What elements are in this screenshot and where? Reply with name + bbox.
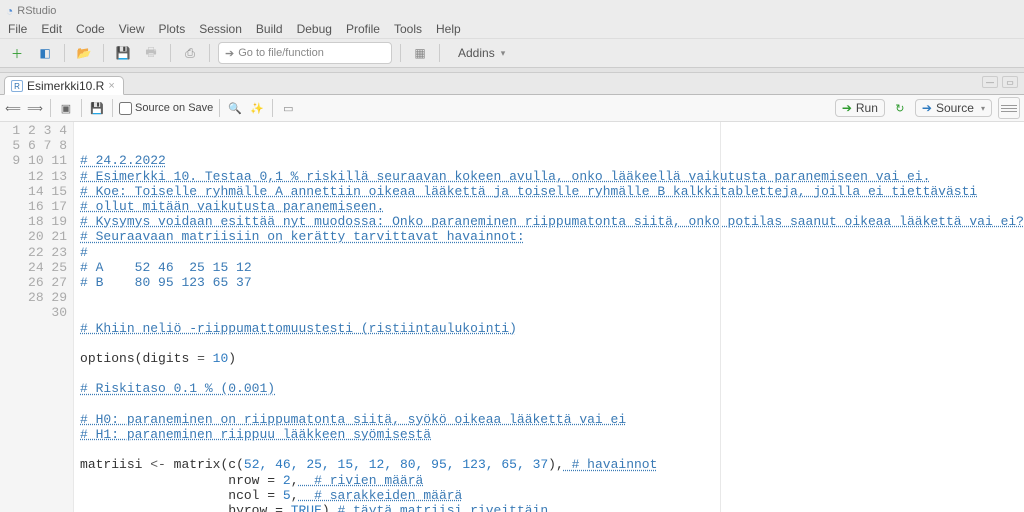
app-title: RStudio — [17, 5, 56, 17]
show-in-new-window-button[interactable]: ▣ — [57, 99, 75, 117]
separator-icon — [50, 99, 51, 117]
separator-icon — [170, 44, 171, 62]
code-line: ncol = 5, # sarakkeiden määrä — [80, 488, 462, 503]
main-menubar: File Edit Code View Plots Session Build … — [0, 20, 1024, 38]
separator-icon — [209, 44, 210, 62]
rerun-button[interactable]: ↻ — [891, 99, 909, 117]
goto-placeholder: Go to file/function — [238, 47, 324, 59]
menu-code[interactable]: Code — [76, 22, 105, 36]
menu-session[interactable]: Session — [199, 22, 242, 36]
goto-file-function-input[interactable]: ➔ Go to file/function — [218, 42, 392, 64]
compile-report-button[interactable]: ▭ — [279, 99, 297, 117]
menu-profile[interactable]: Profile — [346, 22, 380, 36]
code-line: matriisi <- matrix(c(52, 46, 25, 15, 12,… — [80, 457, 657, 472]
code-line: # — [80, 245, 88, 260]
r-file-icon: R — [11, 80, 23, 92]
code-line: # A 52 46 25 15 12 — [80, 260, 252, 275]
save-all-button[interactable]: 🖶 — [140, 42, 162, 64]
print-button[interactable]: ⎙ — [179, 42, 201, 64]
line-gutter: 1 2 3 4 5 6 7 8 9 10 11 12 13 14 15 16 1… — [0, 122, 74, 512]
menu-file[interactable]: File — [8, 22, 27, 36]
new-file-button[interactable]: ＋ — [6, 42, 28, 64]
forward-button[interactable]: ⟹ — [26, 99, 44, 117]
code-line — [80, 336, 88, 351]
menu-help[interactable]: Help — [436, 22, 461, 36]
arrow-right-icon: ➔ — [225, 47, 234, 60]
tab-filename: Esimerkki10.R — [27, 79, 104, 93]
code-line: # H0: paraneminen on riippumatonta siitä… — [80, 412, 626, 427]
menu-view[interactable]: View — [119, 22, 145, 36]
run-label: Run — [856, 101, 878, 115]
separator-icon — [400, 44, 401, 62]
minimize-pane-icon[interactable]: — — [982, 76, 998, 88]
menu-debug[interactable]: Debug — [297, 22, 332, 36]
main-toolbar: ＋ ◧ 📂 💾 🖶 ⎙ ➔ Go to file/function ▦ Addi… — [0, 38, 1024, 68]
code-line: # Seuraavaan matriisiin on kerätty tarvi… — [80, 229, 525, 244]
code-line: # Esimerkki 10. Testaa 0,1 % riskillä se… — [80, 169, 930, 184]
code-area[interactable]: # 24.2.2022 # Esimerkki 10. Testaa 0,1 %… — [74, 122, 1024, 512]
document-outline-button[interactable] — [998, 97, 1020, 119]
pane-controls: — ▭ — [982, 76, 1018, 88]
new-project-button[interactable]: ◧ — [34, 42, 56, 64]
menu-tools[interactable]: Tools — [394, 22, 422, 36]
separator-icon — [272, 99, 273, 117]
source-tabs: R Esimerkki10.R × — ▭ — [0, 73, 1024, 95]
run-arrow-icon: ➔ — [842, 101, 852, 115]
print-margin-line — [720, 122, 721, 512]
code-line — [80, 366, 88, 381]
separator-icon — [112, 99, 113, 117]
save-button[interactable]: 💾 — [112, 42, 134, 64]
save-button[interactable]: 💾 — [88, 99, 106, 117]
wand-button[interactable]: ✨ — [248, 99, 266, 117]
window-titlebar: ◔ RStudio — [0, 0, 1024, 20]
separator-icon — [64, 44, 65, 62]
source-tab-active[interactable]: R Esimerkki10.R × — [4, 76, 124, 95]
separator-icon — [81, 99, 82, 117]
source-toolbar: ⟸ ⟹ ▣ 💾 Source on Save 🔍 ✨ ▭ ➔ Run ↻ ➔ S… — [0, 95, 1024, 122]
code-line: # 24.2.2022 — [80, 153, 166, 168]
source-label: Source — [936, 101, 974, 115]
close-tab-icon[interactable]: × — [108, 80, 114, 92]
source-on-save-input[interactable] — [119, 102, 132, 115]
code-line: # ollut mitään vaikutusta paranemiseen. — [80, 199, 384, 214]
separator-icon — [219, 99, 220, 117]
source-arrow-icon: ➔ — [922, 101, 932, 115]
code-line: # H1: paraneminen riippuu lääkkeen syömi… — [80, 427, 431, 442]
code-line: # Khiin neliö -riippumattomuustesti (ris… — [80, 321, 517, 336]
code-line: byrow = TRUE) # täytä matriisi riveittäi… — [80, 503, 548, 512]
rstudio-logo-icon: ◔ — [6, 4, 13, 18]
source-on-save-checkbox[interactable]: Source on Save — [119, 102, 213, 115]
maximize-pane-icon[interactable]: ▭ — [1002, 76, 1018, 88]
code-line: # Koe: Toiselle ryhmälle A annettiin oik… — [80, 184, 977, 199]
open-file-button[interactable]: 📂 — [73, 42, 95, 64]
find-replace-button[interactable]: 🔍 — [226, 99, 244, 117]
menu-edit[interactable]: Edit — [41, 22, 62, 36]
separator-icon — [439, 44, 440, 62]
code-line — [80, 305, 88, 320]
code-line: options(digits = 10) — [80, 351, 236, 366]
source-on-save-label: Source on Save — [135, 102, 213, 114]
code-line: # Kysymys voidaan esittää nyt muodossa: … — [80, 214, 1024, 229]
back-button[interactable]: ⟸ — [4, 99, 22, 117]
code-line — [80, 397, 88, 412]
menu-plots[interactable]: Plots — [159, 22, 186, 36]
code-line: nrow = 2, # rivien määrä — [80, 473, 423, 488]
addins-menu[interactable]: Addins — [458, 46, 505, 60]
code-line: # Riskitaso 0.1 % (0.001) — [80, 381, 275, 396]
addins-label: Addins — [458, 46, 495, 60]
source-button[interactable]: ➔ Source — [915, 99, 992, 117]
code-line: # B 80 95 123 65 37 — [80, 275, 252, 290]
code-line — [80, 442, 88, 457]
menu-build[interactable]: Build — [256, 22, 283, 36]
run-button[interactable]: ➔ Run — [835, 99, 885, 117]
source-editor[interactable]: 1 2 3 4 5 6 7 8 9 10 11 12 13 14 15 16 1… — [0, 122, 1024, 512]
grid-button[interactable]: ▦ — [409, 42, 431, 64]
separator-icon — [103, 44, 104, 62]
code-line — [80, 290, 88, 305]
